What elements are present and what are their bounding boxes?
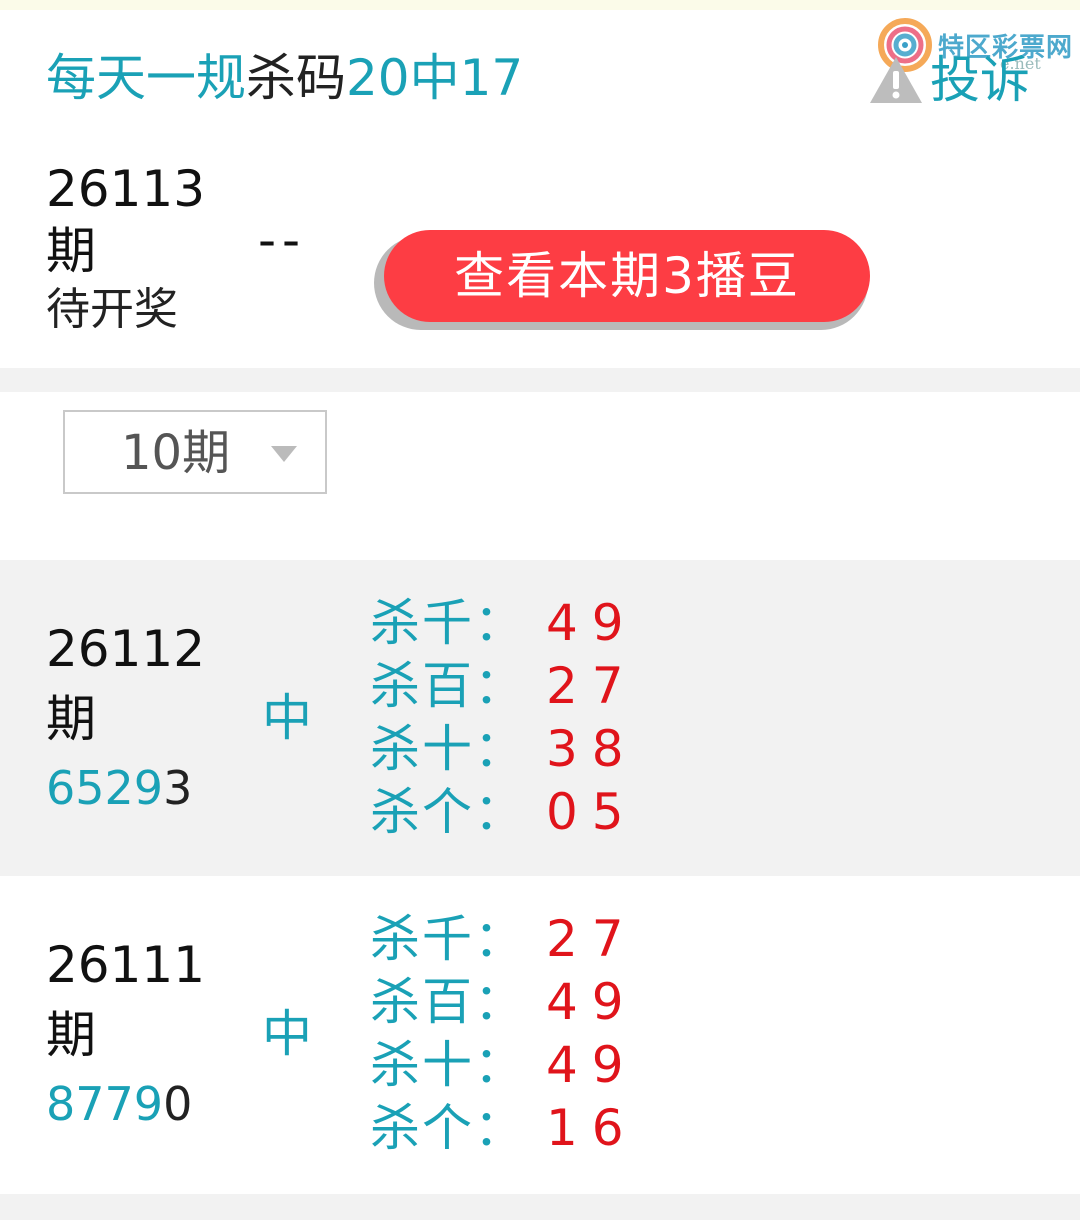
current-issue-suffix: 期	[46, 222, 96, 280]
row-result-matched: 6529	[46, 761, 164, 815]
row-result-rest: 0	[163, 1077, 193, 1131]
kill-numbers: 27	[546, 910, 638, 968]
row-draw-result: 65293	[46, 760, 192, 816]
kill-label: 杀百：	[370, 657, 526, 715]
filter-card: 10期	[0, 392, 1080, 560]
row-draw-result: 87790	[46, 1076, 192, 1132]
row-issue-suffix: 期	[46, 1006, 96, 1064]
kill-label: 杀十：	[370, 720, 526, 778]
kill-line: 杀个： 16	[370, 1097, 638, 1160]
warning-triangle-icon	[868, 55, 924, 105]
kill-numbers: 38	[546, 720, 638, 778]
dropdown-arrow-icon	[271, 446, 297, 462]
current-result-placeholder: --	[258, 211, 307, 269]
kill-line: 杀百： 49	[370, 971, 638, 1034]
row-issue-suffix: 期	[46, 690, 96, 748]
period-count-select[interactable]: 10期	[63, 410, 327, 494]
row-issue-number: 26111	[46, 936, 206, 994]
kill-numbers: 49	[546, 973, 638, 1031]
kill-label: 杀千：	[370, 594, 526, 652]
top-strip	[0, 0, 1080, 10]
kill-line: 杀个： 05	[370, 781, 638, 844]
kill-line: 杀百： 27	[370, 655, 638, 718]
page-title: 每天一规杀码20中17	[46, 50, 523, 106]
kill-numbers: 16	[546, 1099, 638, 1157]
title-part-2: 杀码	[246, 49, 346, 107]
bottom-spacer	[0, 1194, 1080, 1220]
row-hit-mark: 中	[262, 689, 312, 747]
kill-line: 杀十： 49	[370, 1034, 638, 1097]
period-count-value: 10期	[121, 425, 231, 481]
kill-numbers: 49	[546, 594, 638, 652]
current-issue-status: 待开奖	[46, 284, 178, 335]
kill-label: 杀个：	[370, 1099, 526, 1157]
kill-label: 杀千：	[370, 910, 526, 968]
report-button[interactable]: 投诉	[868, 50, 1030, 110]
row-kill-list: 杀千： 27 杀百： 49 杀十： 49 杀个： 16	[370, 908, 638, 1160]
kill-line: 杀十： 38	[370, 718, 638, 781]
kill-label: 杀百：	[370, 973, 526, 1031]
header-card: 每天一规杀码20中17 特区彩票网 e.net 投诉 26113 期 待开奖 -…	[0, 10, 1080, 368]
title-part-1: 每天一规	[46, 49, 246, 107]
row-result-rest: 3	[163, 761, 193, 815]
history-row: 26111 期 87790 中 杀千： 27 杀百： 49 杀十： 49 杀个： 16	[0, 876, 1080, 1194]
row-hit-mark: 中	[262, 1005, 312, 1063]
row-kill-list: 杀千： 49 杀百： 27 杀十： 38 杀个： 05	[370, 592, 638, 844]
current-issue-number: 26113	[46, 160, 206, 218]
kill-label: 杀个：	[370, 783, 526, 841]
row-issue-number: 26112	[46, 620, 206, 678]
history-row: 26112 期 65293 中 杀千： 49 杀百： 27 杀十： 38 杀个： 05	[0, 560, 1080, 876]
title-part-3: 20中17	[346, 49, 524, 107]
kill-line: 杀千： 49	[370, 592, 638, 655]
kill-label: 杀十：	[370, 1036, 526, 1094]
report-label: 投诉	[930, 51, 1030, 109]
view-current-issue-button[interactable]: 查看本期3播豆	[384, 230, 870, 322]
kill-numbers: 05	[546, 783, 638, 841]
row-result-matched: 8779	[46, 1077, 164, 1131]
kill-numbers: 27	[546, 657, 638, 715]
kill-numbers: 49	[546, 1036, 638, 1094]
kill-line: 杀千： 27	[370, 908, 638, 971]
